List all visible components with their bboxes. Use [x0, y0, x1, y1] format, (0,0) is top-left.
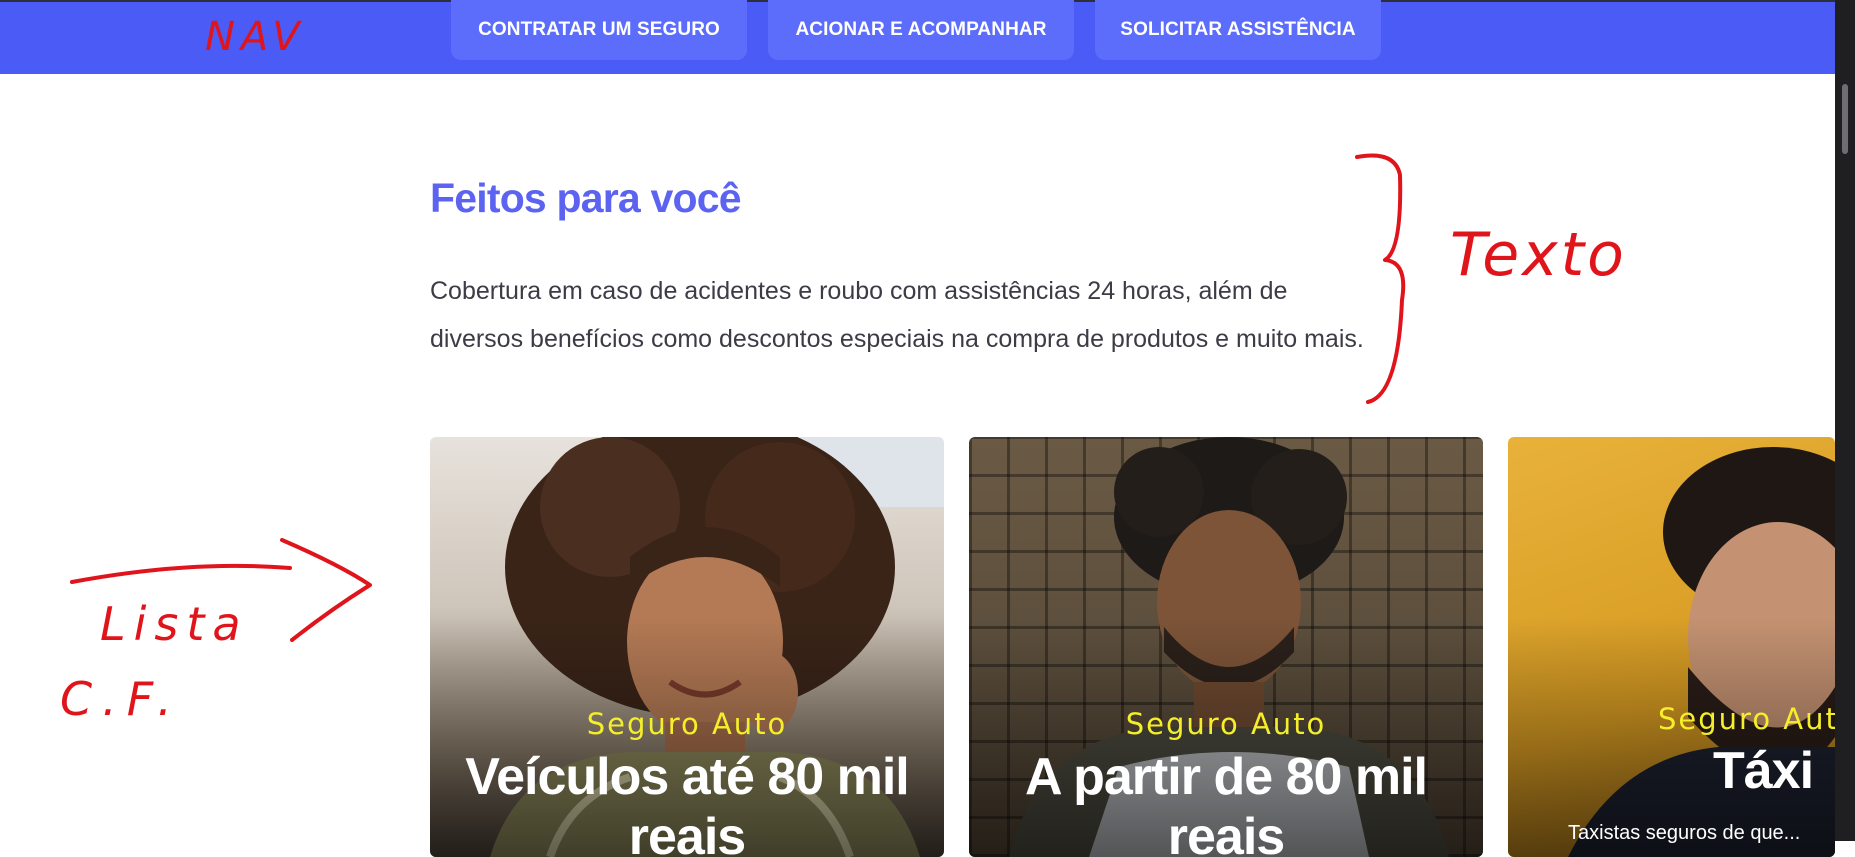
nav-solicitar-assistencia-button[interactable]: SOLICITAR ASSISTÊNCIA: [1095, 0, 1381, 60]
card-tag: Seguro Auto: [586, 707, 788, 741]
top-nav: CONTRATAR UM SEGURO ACIONAR E ACOMPANHAR…: [0, 0, 1835, 74]
product-card-auto-a-partir-80[interactable]: Seguro Auto A partir de 80 mil reais: [969, 437, 1483, 857]
product-card-auto-ate-80[interactable]: Seguro Auto Veículos até 80 mil reais: [430, 437, 944, 857]
section-title: Feitos para você: [430, 175, 742, 221]
arrow-shaft: [70, 563, 292, 584]
section-description: Cobertura em caso de acidentes e roubo c…: [430, 277, 1364, 353]
annotation-texto-label: Texto: [1450, 220, 1627, 290]
card-tag: Seguro Auto: [1125, 707, 1327, 741]
annotation-lista-label: Lista: [100, 597, 249, 651]
card-gradient-overlay: [1508, 617, 1835, 857]
card-subtext: Taxistas seguros de que...: [1568, 822, 1801, 844]
card-tag: Seguro Auto: [1658, 702, 1835, 736]
arrow-head: [280, 538, 372, 642]
product-card-taxi[interactable]: Seguro Auto Táxi Taxistas seguros de que…: [1508, 437, 1835, 857]
scrollbar-thumb[interactable]: [1842, 84, 1848, 154]
nav-contratar-seguro-button[interactable]: CONTRATAR UM SEGURO: [451, 0, 747, 60]
vertical-scrollbar[interactable]: [1835, 0, 1855, 841]
annotation-cf-label: C.F.: [60, 672, 182, 726]
nav-acionar-acompanhar-button[interactable]: ACIONAR E ACOMPANHAR: [768, 0, 1074, 60]
card-headline: Táxi: [1713, 742, 1814, 800]
